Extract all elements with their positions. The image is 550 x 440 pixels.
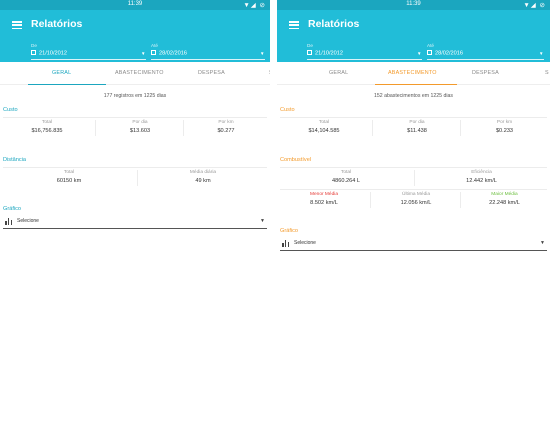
fuel-total: Total 4860.264 L bbox=[332, 170, 360, 184]
app-bar: Relatórios De 21/10/2012 ▼ Até 28/02/201… bbox=[0, 10, 270, 62]
calendar-icon bbox=[307, 50, 312, 55]
distance-daily-average: Média diária 49 km bbox=[189, 170, 217, 184]
tab-geral[interactable]: GERAL bbox=[329, 70, 348, 76]
screen-abastecimento: 11:39 ▼◢ ⊘ Relatórios De 21/10/2012 ▼ At… bbox=[277, 0, 550, 440]
date-from-value: 21/10/2012 bbox=[39, 50, 67, 57]
cost-section-title: Custo bbox=[3, 107, 18, 113]
fuel-efficiency: Eficiência 12.442 km/L bbox=[466, 170, 497, 184]
tab-indicator bbox=[28, 83, 106, 85]
cost-grid: Total $16,756.835 Por dia $13.603 Por km… bbox=[3, 117, 267, 139]
fuel-grid: Total 4860.264 L Eficiência 12.442 km/L … bbox=[280, 167, 547, 211]
fuel-section-title: Combustível bbox=[280, 157, 312, 163]
chart-select[interactable]: Selecione ▼ bbox=[3, 215, 267, 229]
date-to-label: Até bbox=[151, 43, 158, 48]
bar-chart-icon bbox=[5, 218, 13, 225]
triangle-down-icon: ▼ bbox=[260, 218, 265, 224]
chart-select-value: Selecione bbox=[294, 240, 316, 246]
status-bar: 11:39 ▼◢ ⊘ bbox=[277, 0, 550, 10]
distance-section-title: Distância bbox=[3, 157, 27, 163]
calendar-icon bbox=[31, 50, 36, 55]
fuel-last-average: Última Média 12.056 km/L bbox=[400, 192, 432, 206]
date-from-label: De bbox=[307, 43, 313, 48]
calendar-icon bbox=[427, 50, 432, 55]
status-time: 11:39 bbox=[127, 1, 143, 7]
page-title: Relatórios bbox=[31, 18, 83, 30]
app-bar: Relatórios De 21/10/2012 ▼ Até 28/02/201… bbox=[277, 10, 550, 62]
screen-geral: 11:39 ▼◢ ⊘ Relatórios De 21/10/2012 ▼ At… bbox=[0, 0, 270, 440]
chart-select-value: Selecione bbox=[17, 218, 39, 224]
distance-total: Total 60150 km bbox=[56, 170, 82, 184]
triangle-down-icon: ▼ bbox=[540, 240, 545, 246]
page-title: Relatórios bbox=[308, 18, 360, 30]
chart-select[interactable]: Selecione ▼ bbox=[280, 237, 547, 251]
triangle-down-icon: ▼ bbox=[417, 51, 422, 56]
tab-despesa[interactable]: DESPESA bbox=[472, 70, 499, 76]
tab-geral[interactable]: GERAL bbox=[52, 70, 71, 76]
hamburger-icon[interactable] bbox=[289, 21, 299, 30]
chart-section-title: Gráfico bbox=[280, 228, 299, 234]
cost-total: Total $16,756.835 bbox=[31, 120, 63, 134]
date-to-value: 28/02/2016 bbox=[159, 50, 187, 57]
calendar-icon bbox=[151, 50, 156, 55]
status-bar: 11:39 ▼◢ ⊘ bbox=[0, 0, 270, 10]
date-from-value: 21/10/2012 bbox=[315, 50, 343, 57]
tab-bar: GERAL ABASTECIMENTO DESPESA S bbox=[277, 62, 550, 85]
triangle-down-icon: ▼ bbox=[539, 51, 544, 56]
tab-bar: GERAL ABASTECIMENTO DESPESA S bbox=[0, 62, 270, 85]
chart-section-title: Gráfico bbox=[3, 206, 22, 212]
cost-section-title: Custo bbox=[280, 107, 295, 113]
status-icons: ▼◢ ⊘ bbox=[243, 2, 266, 9]
tab-more[interactable]: S bbox=[545, 70, 549, 76]
date-from-label: De bbox=[31, 43, 37, 48]
status-time: 11:39 bbox=[406, 1, 421, 7]
cost-total: Total $14,104.585 bbox=[308, 120, 340, 134]
cost-per-day: Por dia $13.603 bbox=[129, 120, 151, 134]
date-to-label: Até bbox=[427, 43, 434, 48]
fuel-lowest-average: Menor Média 8.502 km/L bbox=[310, 192, 338, 206]
tab-despesa[interactable]: DESPESA bbox=[198, 70, 225, 76]
fuel-highest-average: Maior Média 22.248 km/L bbox=[489, 192, 520, 206]
distance-grid: Total 60150 km Média diária 49 km bbox=[3, 167, 267, 189]
status-icons: ▼◢ ⊘ bbox=[523, 2, 546, 9]
tab-abastecimento[interactable]: ABASTECIMENTO bbox=[115, 70, 164, 76]
cost-per-day: Por dia $11.438 bbox=[407, 120, 427, 134]
cost-per-km: Por km $0.233 bbox=[495, 120, 514, 134]
bar-chart-icon bbox=[282, 240, 290, 247]
summary-text: 177 registros em 1225 dias bbox=[103, 93, 167, 99]
cost-grid: Total $14,104.585 Por dia $11.438 Por km… bbox=[280, 117, 547, 139]
tab-indicator bbox=[375, 83, 457, 85]
date-to-value: 28/02/2016 bbox=[435, 50, 463, 57]
triangle-down-icon: ▼ bbox=[141, 51, 146, 56]
hamburger-icon[interactable] bbox=[12, 21, 22, 30]
cost-per-km: Por km $0.277 bbox=[217, 120, 235, 134]
summary-text: 152 abastecimentos em 1225 dias bbox=[373, 93, 454, 99]
triangle-down-icon: ▼ bbox=[260, 51, 265, 56]
tab-abastecimento[interactable]: ABASTECIMENTO bbox=[388, 70, 437, 76]
